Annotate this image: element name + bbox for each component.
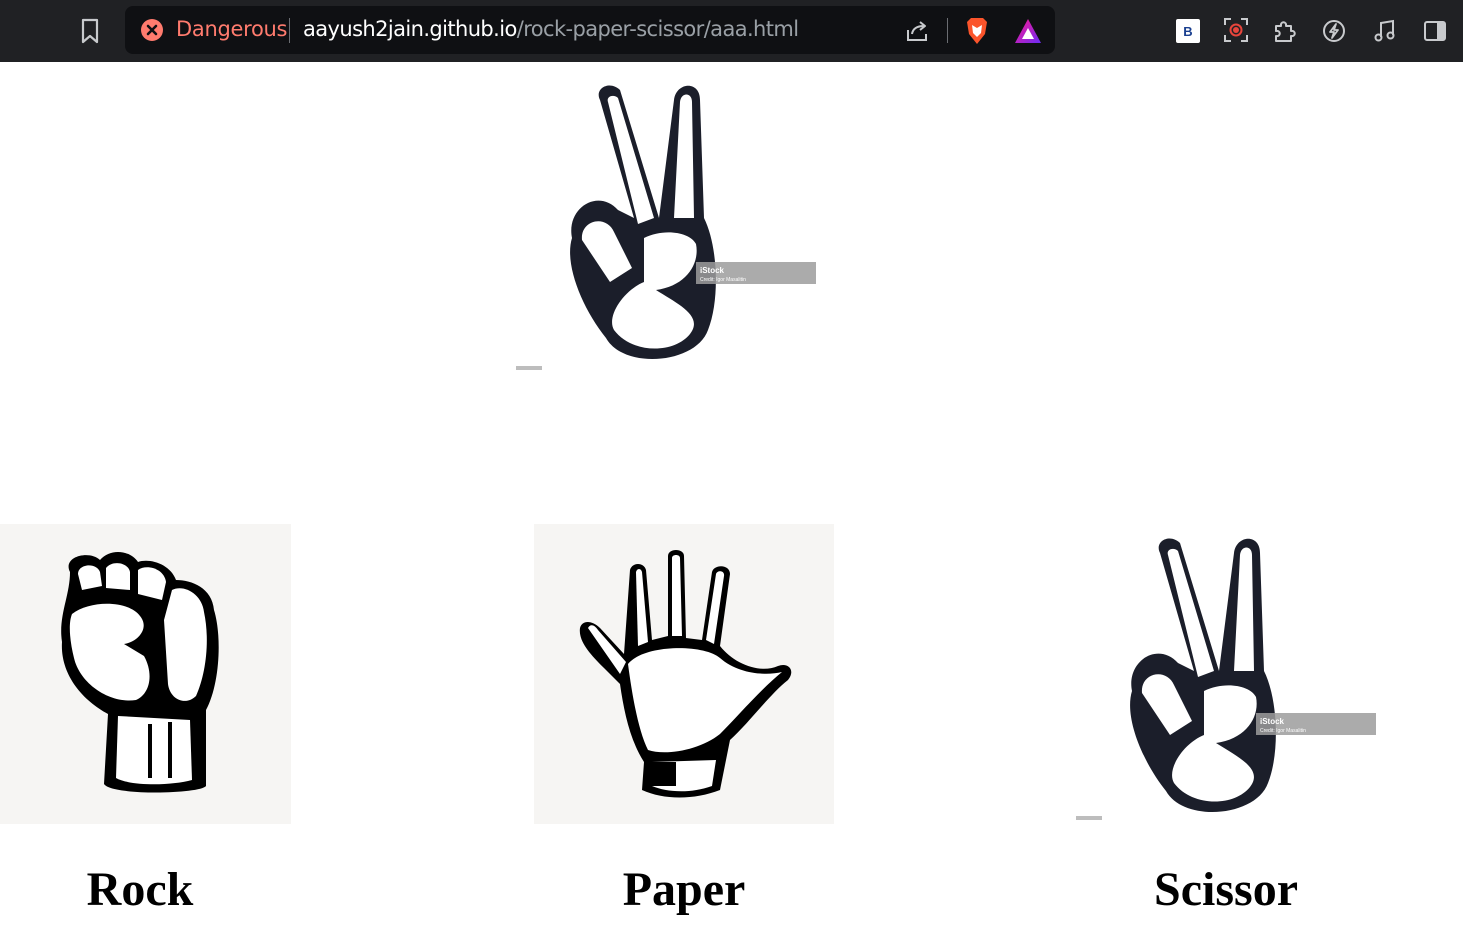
url-text[interactable]: aayush2jain.github.io/rock-paper-scissor… (303, 17, 799, 41)
rock-fist-icon (61, 551, 219, 793)
paper-label: Paper (622, 863, 746, 916)
scissor-choice-button[interactable]: iStock Credit: Igor Masalitin (1074, 521, 1378, 825)
extension-badge: B (1183, 23, 1193, 39)
watermark-id-bar (1076, 816, 1102, 820)
leo-ai-icon[interactable] (1319, 16, 1349, 46)
paper-choice-button[interactable] (534, 524, 834, 824)
paper-hand-icon (579, 550, 792, 798)
browser-toolbar: Dangerous aayush2jain.github.io/rock-pap… (0, 0, 1463, 62)
scissor-hand-icon (570, 85, 716, 360)
watermark-credit: Credit: Igor Masalitin (700, 277, 746, 283)
extension-b-icon[interactable]: B (1176, 19, 1200, 43)
watermark-brand: iStock (700, 266, 725, 275)
brave-shields-icon[interactable] (962, 15, 992, 47)
security-status-label[interactable]: Dangerous (176, 17, 287, 41)
divider (947, 18, 948, 43)
computer-choice-image: iStock Credit: Igor Masalitin (514, 68, 818, 372)
extensions-puzzle-icon[interactable] (1269, 16, 1299, 46)
share-icon[interactable] (903, 17, 931, 45)
media-music-icon[interactable] (1370, 16, 1400, 46)
watermark-brand: iStock (1260, 717, 1285, 726)
screen-record-icon[interactable] (1222, 16, 1250, 44)
url-host: aayush2jain.github.io (303, 17, 517, 41)
bookmark-icon[interactable] (76, 16, 104, 46)
rock-choice-button[interactable] (0, 524, 291, 824)
brave-rewards-icon[interactable] (1012, 15, 1044, 47)
divider (289, 18, 290, 43)
watermark-id-bar (516, 366, 542, 370)
sidebar-toggle-icon[interactable] (1421, 17, 1449, 45)
scissor-label: Scissor (1154, 863, 1298, 916)
url-path: /rock-paper-scissor/aaa.html (516, 17, 799, 41)
watermark-credit: Credit: Igor Masalitin (1260, 728, 1306, 734)
danger-warning-icon[interactable] (140, 18, 164, 42)
scissor-hand-icon (1130, 538, 1276, 813)
rock-label: Rock (86, 863, 194, 916)
